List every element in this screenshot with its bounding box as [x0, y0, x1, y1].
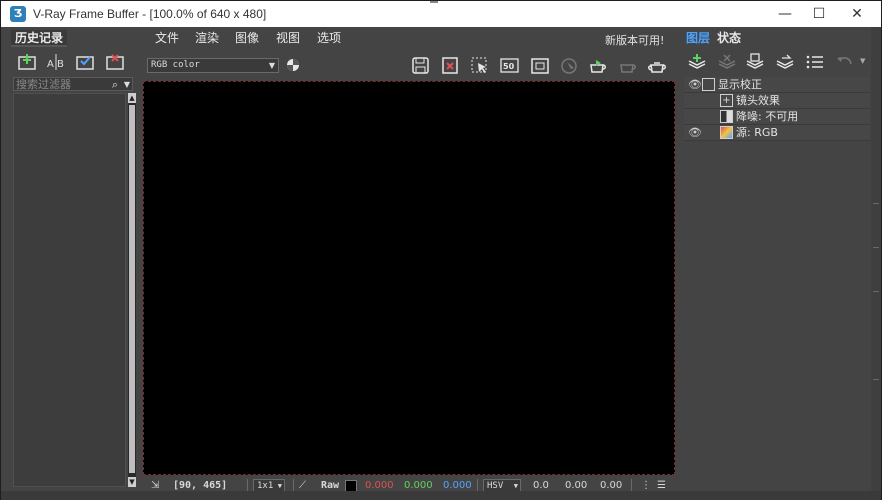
tab-layers[interactable]: 图层	[686, 30, 710, 46]
layers-panel: 图层 状态 ▼ 👁 显示校正 + 镜头效果 降噪: 不可用 👁 源: RGB	[682, 27, 871, 491]
clear-image-icon[interactable]	[440, 56, 462, 76]
chevron-down-icon: ▼	[268, 61, 275, 70]
layer-label: 源: RGB	[736, 126, 778, 139]
render-teapot-icon[interactable]	[647, 56, 669, 76]
layer-list-icon[interactable]	[804, 52, 826, 72]
delete-layer-icon[interactable]	[716, 52, 738, 72]
color-sphere-icon[interactable]	[285, 57, 301, 73]
tab-status[interactable]: 状态	[717, 30, 741, 46]
load-history-icon[interactable]	[75, 52, 95, 72]
divider	[873, 247, 879, 248]
save-layers-icon[interactable]	[744, 52, 766, 72]
menu-file[interactable]: 文件	[155, 29, 179, 46]
layer-label: 镜头效果	[736, 94, 780, 107]
window-title: V-Ray Frame Buffer - [100.0% of 640 x 48…	[33, 7, 267, 21]
zoom-value: 1x1	[257, 481, 274, 491]
source-icon	[720, 126, 733, 139]
chevron-down-icon[interactable]: ▼	[860, 57, 865, 65]
update-notice-link[interactable]: 新版本可用!	[605, 32, 664, 48]
save-to-history-icon[interactable]	[17, 52, 37, 72]
history-list[interactable]	[13, 93, 126, 487]
layer-display-correction[interactable]: 👁 显示校正	[684, 77, 870, 93]
vray-app-icon: Ʒ	[10, 6, 26, 22]
layer-label: 显示校正	[718, 78, 762, 91]
right-edge	[871, 27, 881, 499]
save-image-icon[interactable]	[410, 56, 432, 76]
minimize-button[interactable]: —	[766, 1, 804, 27]
track-mouse-icon[interactable]	[529, 56, 551, 76]
scroll-down-arrow-icon[interactable]: ▼	[128, 477, 136, 487]
layer-source-rgb[interactable]: 👁 源: RGB	[684, 125, 870, 141]
layer-lens-effects[interactable]: + 镜头效果	[684, 93, 870, 109]
divider	[873, 379, 879, 380]
layer-label: 降噪: 不可用	[736, 110, 799, 123]
add-layer-icon[interactable]	[686, 52, 708, 72]
stop-render-icon[interactable]	[617, 56, 639, 76]
remove-history-icon[interactable]	[105, 52, 125, 72]
pixel-50-icon[interactable]: 50	[499, 56, 521, 76]
menu-bar: 文件 渲染 图像 视图 选项	[141, 27, 681, 49]
menu-render[interactable]: 渲染	[195, 29, 219, 46]
undo-icon[interactable]	[834, 52, 856, 72]
vfb-window: Ʒ V-Ray Frame Buffer - [100.0% of 640 x …	[0, 0, 882, 500]
curve-icon	[702, 78, 715, 91]
history-scrollbar[interactable]: ▲ ▼	[128, 93, 136, 487]
region-render-icon[interactable]	[469, 56, 491, 76]
chevron-down-icon[interactable]: ▼	[124, 78, 130, 91]
svg-text:A: A	[47, 59, 54, 70]
render-viewport[interactable]	[143, 81, 675, 475]
svg-text:B: B	[57, 59, 64, 70]
divider	[873, 203, 879, 204]
scroll-up-arrow-icon[interactable]: ▲	[128, 93, 136, 103]
history-panel: 历史记录 A B 搜索过滤器 ⌕ ▼ ▲ ▼	[11, 27, 137, 491]
channel-select[interactable]: RGB color ▼	[147, 58, 279, 73]
title-bar: Ʒ V-Ray Frame Buffer - [100.0% of 640 x …	[1, 1, 881, 27]
menu-view[interactable]: 视图	[276, 29, 300, 46]
menu-options[interactable]: 选项	[317, 29, 341, 46]
load-layers-icon[interactable]	[774, 52, 796, 72]
divider	[873, 291, 879, 292]
layers-tree: 👁 显示校正 + 镜头效果 降噪: 不可用 👁 源: RGB	[684, 77, 870, 157]
search-icon[interactable]: ⌕	[112, 78, 118, 92]
close-button[interactable]: ✕	[838, 1, 876, 27]
color-mode-value: HSV	[487, 481, 504, 491]
history-toolbar: A B	[11, 49, 137, 79]
tab-history[interactable]: 历史记录	[11, 30, 68, 47]
ab-compare-icon[interactable]: A B	[46, 52, 66, 72]
bottom-edge	[1, 491, 881, 500]
denoiser-icon	[720, 110, 733, 123]
filter-placeholder: 搜索过滤器	[16, 78, 71, 91]
vfb-toolbar: RGB color ▼ 50	[141, 49, 681, 81]
render-last-icon[interactable]	[559, 56, 581, 76]
scroll-thumb[interactable]	[129, 105, 135, 473]
maximize-button[interactable]: ☐	[800, 1, 838, 27]
layer-denoiser[interactable]: 降噪: 不可用	[684, 109, 870, 125]
lens-effect-icon: +	[720, 94, 733, 107]
channel-value: RGB color	[151, 60, 200, 70]
eye-icon[interactable]: 👁	[688, 126, 702, 139]
eye-icon[interactable]: 👁	[688, 78, 702, 91]
drag-handle	[430, 1, 438, 3]
layers-toolbar: ▼	[682, 49, 871, 77]
start-interactive-icon[interactable]	[587, 56, 609, 76]
history-filter-input[interactable]: 搜索过滤器 ⌕ ▼	[13, 77, 133, 91]
svg-text:50: 50	[503, 62, 515, 71]
menu-image[interactable]: 图像	[235, 29, 259, 46]
